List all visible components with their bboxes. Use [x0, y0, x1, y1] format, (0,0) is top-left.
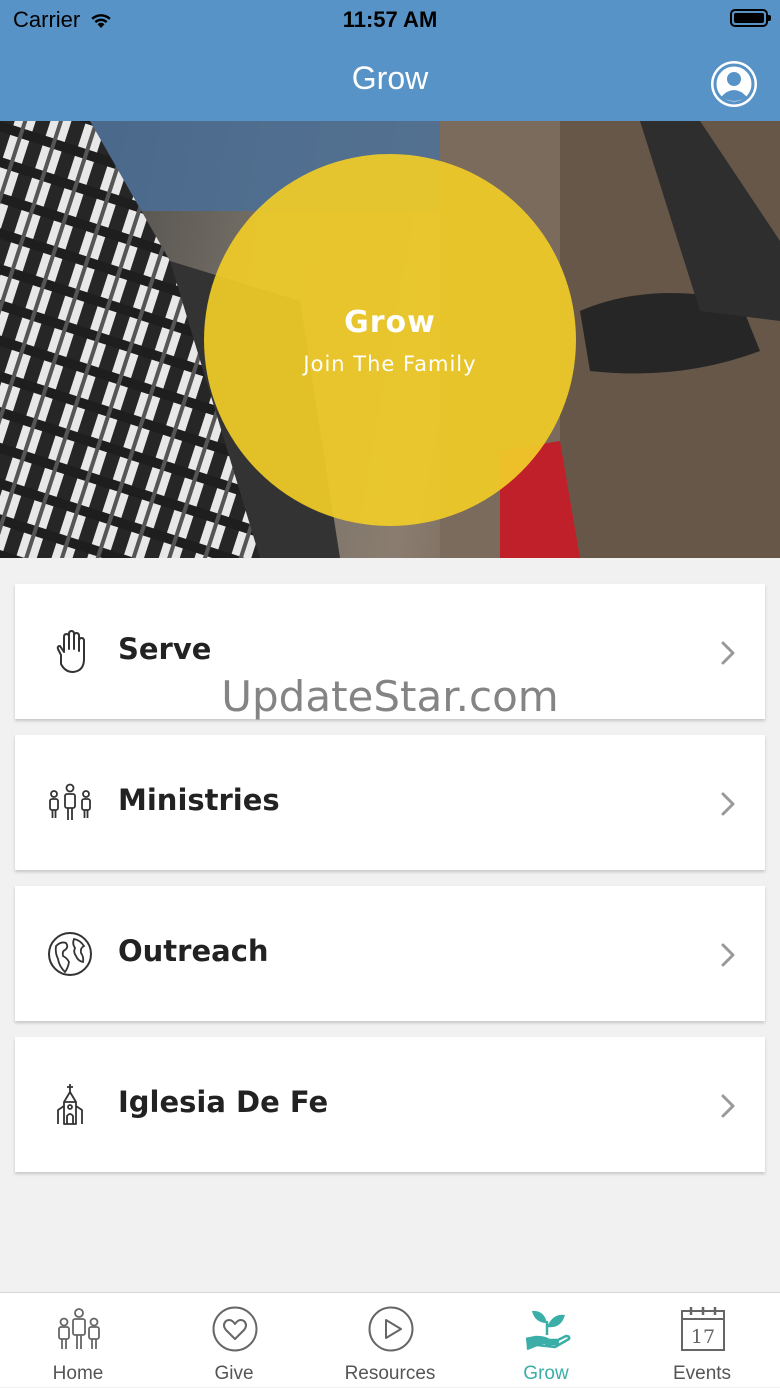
church-icon: [57, 1084, 83, 1125]
tab-bar: Home Give Resources Grow 17 Events: [0, 1292, 780, 1387]
calendar-day: 17: [691, 1326, 715, 1348]
chevron-right-icon: [721, 943, 735, 967]
list-item-iglesia-de-fe[interactable]: Iglesia De Fe: [15, 1037, 765, 1172]
globe-icon: [48, 932, 92, 976]
tab-give[interactable]: Give: [156, 1293, 312, 1388]
tab-label: Events: [672, 1363, 732, 1384]
tab-events[interactable]: 17 Events: [624, 1293, 780, 1388]
hero-subtitle: Join The Family: [303, 351, 477, 376]
tab-grow[interactable]: Grow: [468, 1293, 624, 1388]
chevron-right-icon: [721, 641, 735, 665]
navigation-bar: Carrier 11:57 AM Grow: [0, 0, 780, 121]
calendar-icon: 17: [681, 1307, 725, 1351]
play-icon: [368, 1306, 414, 1352]
heart-icon: [212, 1306, 258, 1352]
hero-badge: Grow Join The Family: [204, 154, 576, 526]
tab-label: Grow: [523, 1363, 569, 1384]
chevron-right-icon: [721, 1094, 735, 1118]
people-icon: [49, 783, 91, 820]
status-time: 11:57 AM: [342, 7, 438, 32]
list-item-outreach[interactable]: Outreach: [15, 886, 765, 1021]
tab-label: Give: [214, 1363, 254, 1384]
profile-button[interactable]: [711, 61, 757, 107]
hero-title: Grow: [344, 304, 436, 340]
chevron-right-icon: [721, 792, 735, 816]
tab-label: Resources: [344, 1363, 436, 1384]
people-icon: [58, 1308, 100, 1349]
page-title: Grow: [351, 60, 429, 96]
list-item-label: Ministries: [118, 783, 280, 817]
sprout-icon: [525, 1310, 571, 1351]
battery-icon: [730, 9, 771, 27]
tab-label: Home: [52, 1363, 104, 1384]
tab-home[interactable]: Home: [0, 1293, 156, 1388]
hand-icon: [56, 630, 85, 673]
watermark: UpdateStar.com: [221, 672, 559, 721]
profile-icon: [713, 63, 755, 105]
list-item-ministries[interactable]: Ministries: [15, 735, 765, 870]
list-item-label: Outreach: [118, 934, 269, 968]
hero-banner[interactable]: Grow Join The Family: [0, 121, 780, 558]
list-item-label: Iglesia De Fe: [118, 1085, 329, 1119]
tab-resources[interactable]: Resources: [312, 1293, 468, 1388]
list-item-label: Serve: [118, 632, 212, 666]
